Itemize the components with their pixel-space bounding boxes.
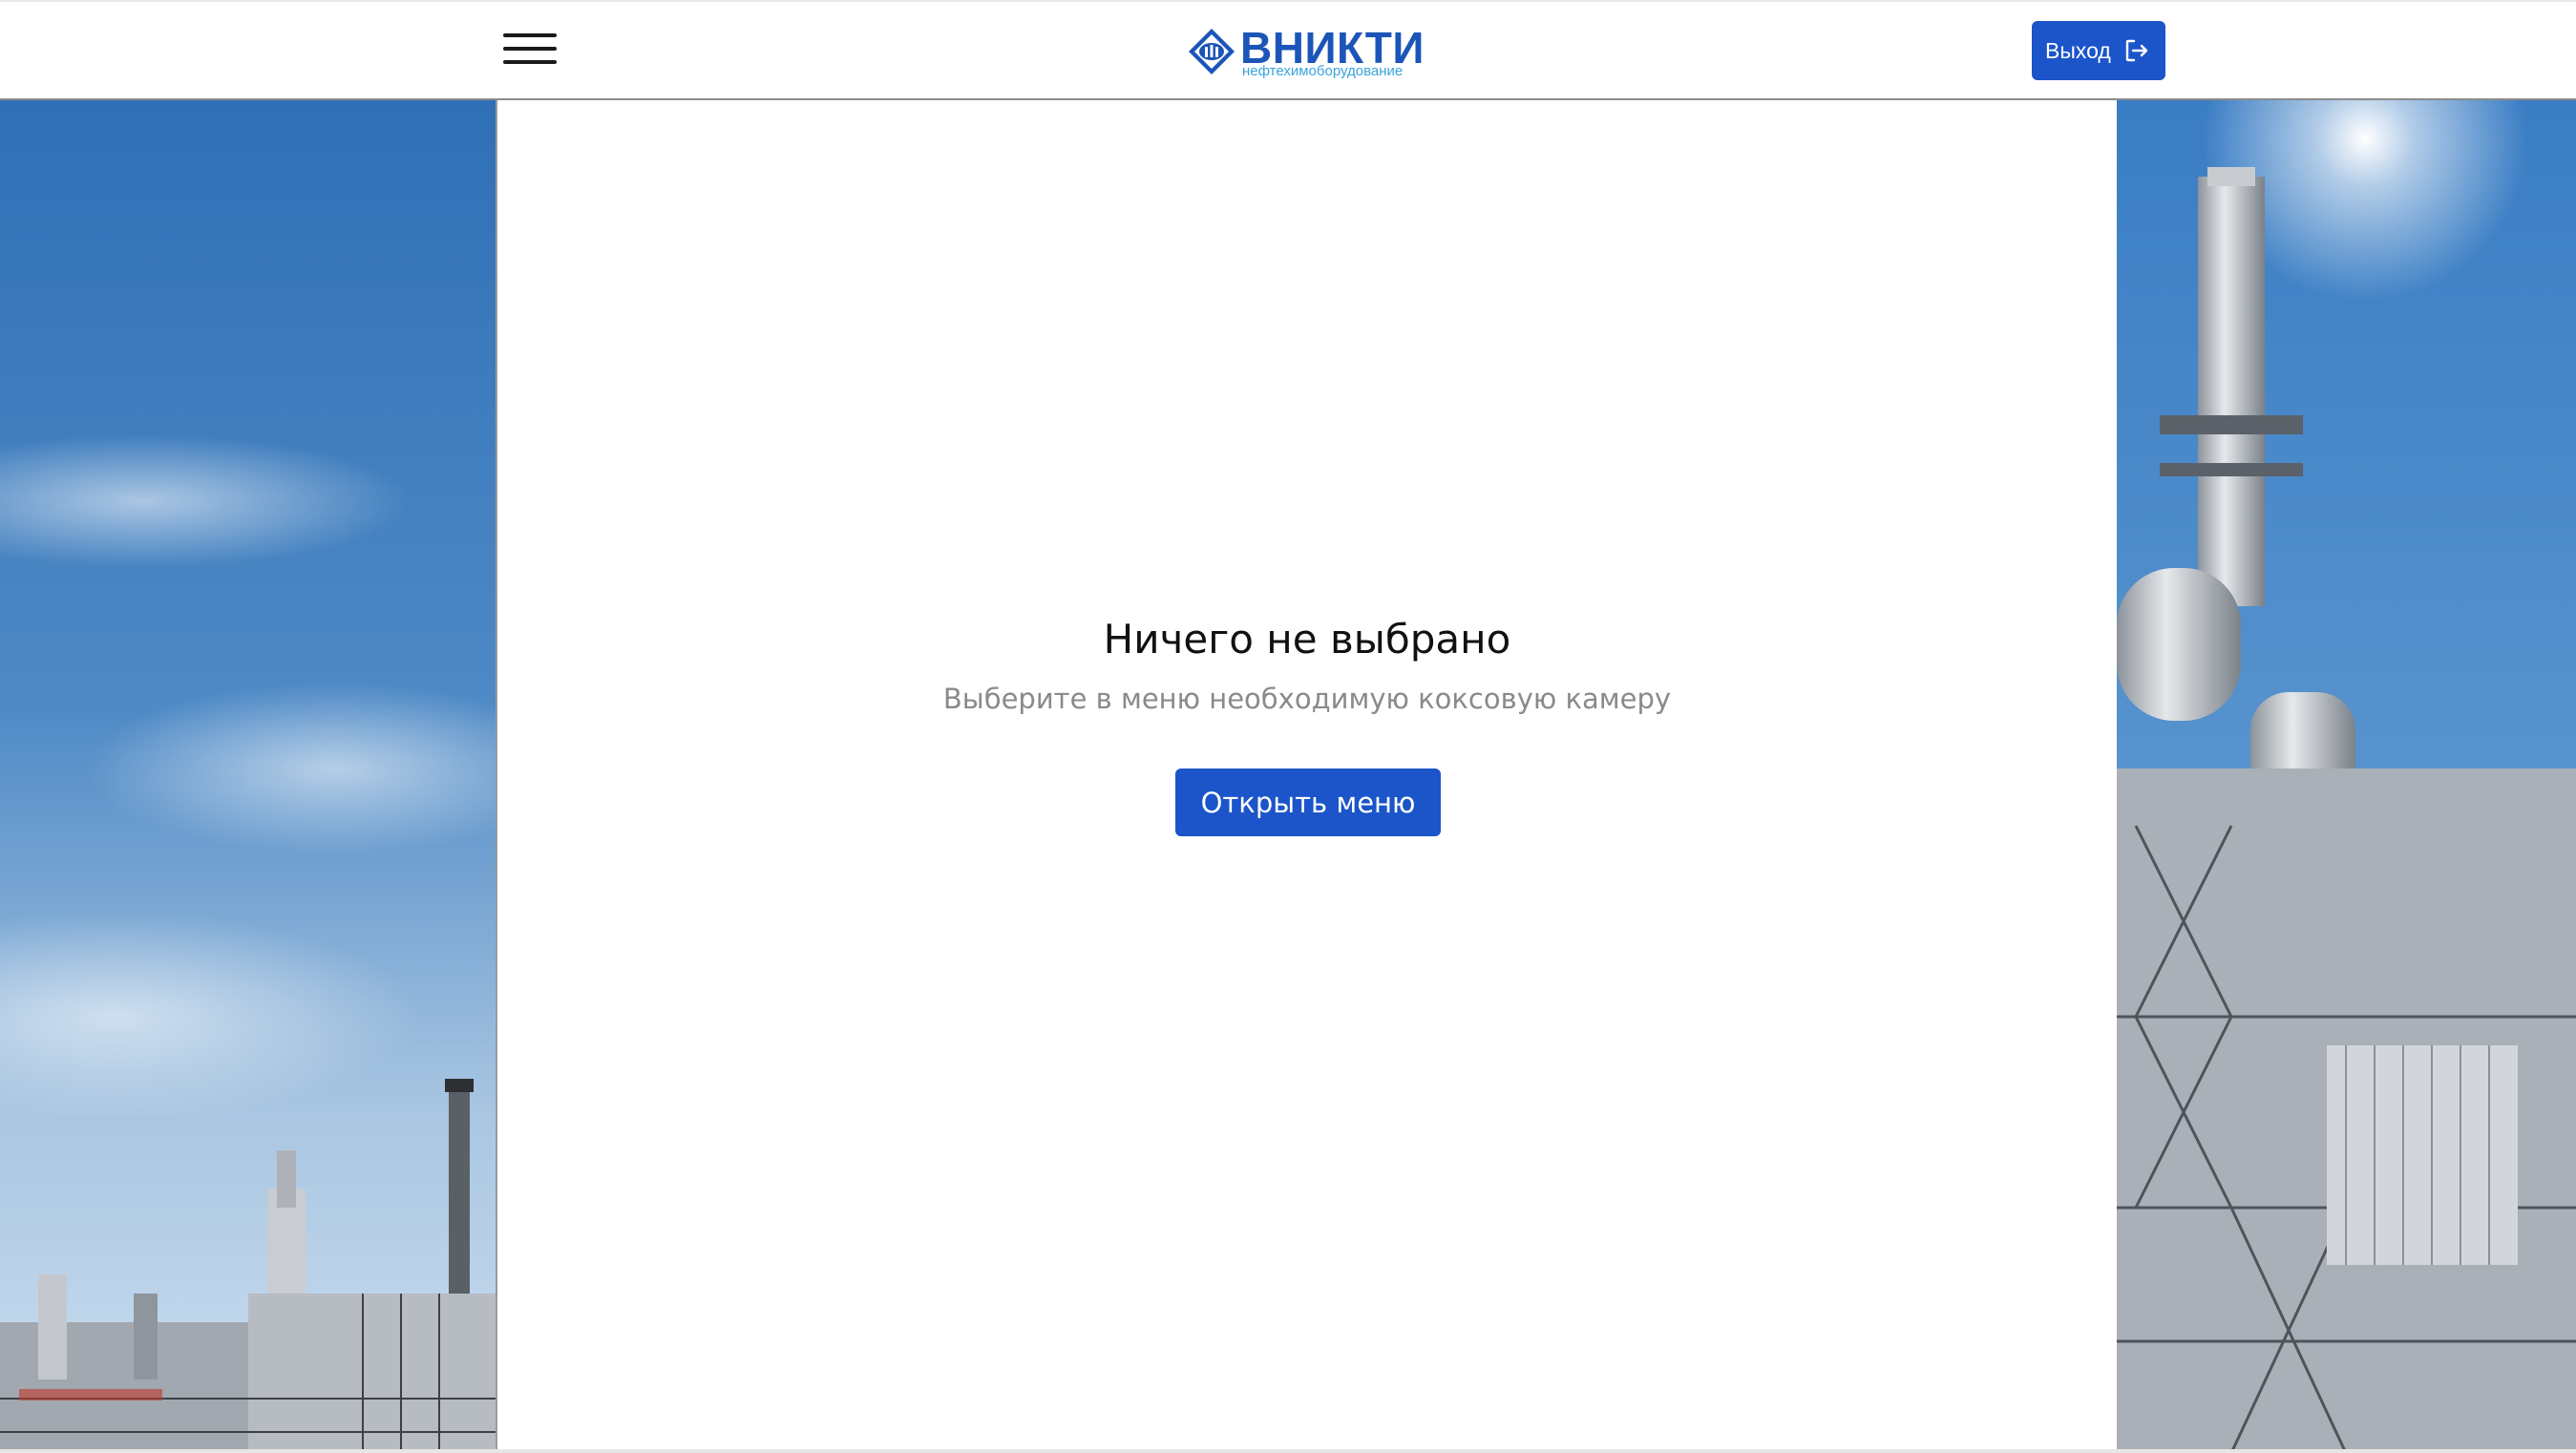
logout-button[interactable]: Выход xyxy=(2032,21,2165,80)
hamburger-menu-icon[interactable] xyxy=(503,33,557,68)
background-photo-left xyxy=(0,100,496,1453)
vnikti-logo-icon xyxy=(1189,29,1235,74)
hamburger-line xyxy=(503,60,557,64)
empty-state-title: Ничего не выбрано xyxy=(1103,616,1511,663)
background-photo-right xyxy=(2117,100,2576,1453)
brand-logo[interactable]: ВНИКТИ нефтехимоборудование xyxy=(1187,23,1424,80)
logo-subtitle: нефтехимоборудование xyxy=(1242,63,1404,79)
hamburger-line xyxy=(503,47,557,51)
page-bottom-divider xyxy=(0,1449,2576,1453)
hamburger-line xyxy=(503,33,557,37)
top-header: ВНИКТИ нефтехимоборудование Выход xyxy=(0,0,2576,100)
open-menu-button[interactable]: Открыть меню xyxy=(1175,769,1441,836)
empty-state-subtitle: Выберите в меню необходимую коксовую кам… xyxy=(942,683,1672,715)
logout-label: Выход xyxy=(2045,37,2111,63)
main-content-panel: Ничего не выбрано Выберите в меню необхо… xyxy=(496,100,2117,1453)
logout-icon xyxy=(2125,39,2148,62)
